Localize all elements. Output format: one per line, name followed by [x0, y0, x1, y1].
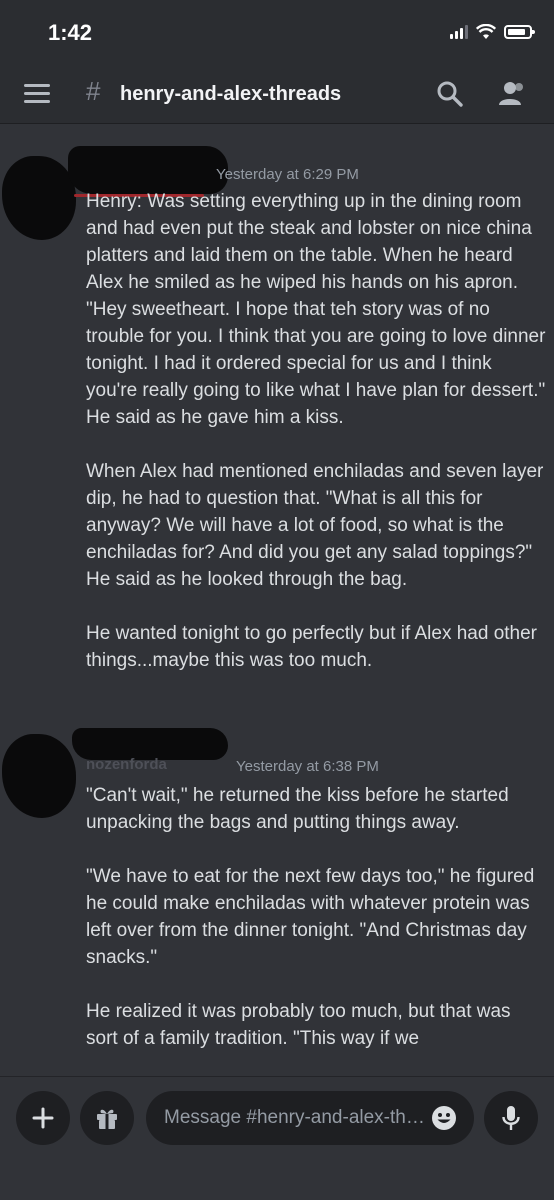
cellular-signal-icon [450, 25, 468, 39]
message-timestamp: Yesterday at 6:38 PM [236, 758, 379, 775]
status-bar: 1:42 [0, 0, 554, 64]
message-input[interactable]: Message #henry-and-alex-threads [146, 1091, 474, 1145]
message-paragraph: Henry: Was setting everything up in the … [86, 191, 546, 428]
add-attachment-button[interactable] [16, 1091, 70, 1145]
author-name-fragment: nozenforda [86, 756, 167, 773]
plus-icon [32, 1107, 54, 1129]
search-icon[interactable] [434, 78, 466, 110]
message-list[interactable]: Yesterday at 6:29 PM Henry: Was setting … [0, 124, 554, 1076]
thread-hash-icon: # [86, 76, 101, 106]
message-paragraph: "We have to eat for the next few days to… [86, 866, 535, 968]
battery-icon [504, 25, 535, 39]
message-paragraph: "Can't wait," he returned the kiss befor… [86, 785, 509, 833]
message-paragraph: When Alex had mentioned enchiladas and s… [86, 461, 544, 590]
members-icon[interactable] [496, 78, 528, 110]
message-paragraph: He wanted tonight to go perfectly but if… [86, 623, 538, 671]
avatar-redacted[interactable] [2, 156, 76, 240]
author-name-redacted[interactable] [68, 146, 228, 197]
avatar-redacted[interactable] [2, 734, 76, 818]
previous-message-fragment [0, 124, 554, 130]
channel-header: # henry-and-alex-threads [0, 64, 554, 124]
gift-button[interactable] [80, 1091, 134, 1145]
gift-icon [97, 1109, 117, 1129]
status-time: 1:42 [48, 20, 93, 45]
emoji-icon[interactable] [430, 1104, 458, 1132]
message-composer: Message #henry-and-alex-threads [0, 1076, 554, 1200]
menu-icon[interactable] [24, 84, 50, 104]
message-body: "Can't wait," he returned the kiss befor… [86, 782, 546, 1076]
channel-name[interactable]: henry-and-alex-threads [120, 83, 341, 106]
message-input-placeholder: Message #henry-and-alex-threads [164, 1107, 426, 1128]
wifi-icon [476, 24, 496, 39]
status-icons [450, 24, 535, 40]
message-body: Henry: Was setting everything up in the … [86, 188, 546, 701]
message-timestamp: Yesterday at 6:29 PM [216, 166, 359, 183]
microphone-icon [502, 1106, 520, 1130]
voice-message-button[interactable] [484, 1091, 538, 1145]
message-paragraph: He realized it was probably too much, bu… [86, 1001, 511, 1049]
